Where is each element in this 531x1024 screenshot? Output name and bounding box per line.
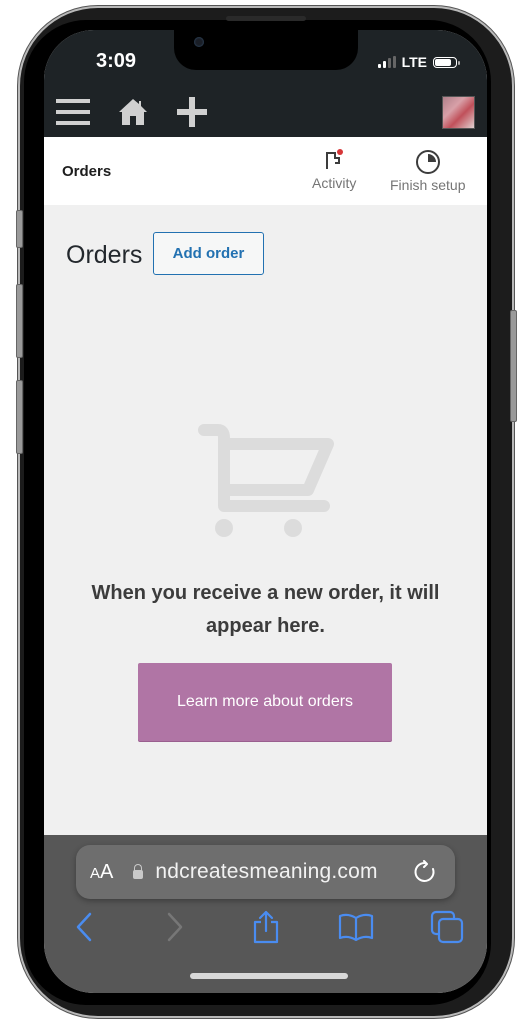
subheader-title: Orders	[62, 163, 112, 180]
speaker	[226, 16, 306, 21]
share-icon[interactable]	[246, 907, 286, 947]
activity-button[interactable]: Activity	[312, 149, 356, 191]
finish-setup-label: Finish setup	[390, 177, 466, 193]
back-icon[interactable]	[64, 907, 104, 947]
bookmarks-icon[interactable]	[336, 907, 376, 947]
reload-icon[interactable]	[413, 860, 437, 889]
progress-pie-icon	[415, 150, 440, 174]
power-button	[510, 310, 517, 422]
empty-state-message: When you receive a new order, it will ap…	[91, 582, 440, 637]
home-indicator[interactable]	[190, 973, 348, 979]
screen: 3:09 LTE Orders Activity Finish setup Or…	[44, 30, 487, 993]
text-size-button[interactable]: AA	[90, 861, 113, 884]
signal-icon	[377, 56, 396, 68]
user-avatar[interactable]	[442, 96, 475, 129]
safari-bottom-bar: AA ndcreatesmeaning.com	[44, 835, 487, 993]
lock-icon	[133, 864, 144, 879]
mute-switch	[16, 210, 23, 248]
volume-up-button	[16, 284, 23, 358]
url-text[interactable]: ndcreatesmeaning.com	[155, 860, 377, 884]
menu-icon[interactable]	[56, 97, 90, 132]
network-label: LTE	[401, 54, 427, 70]
battery-icon	[433, 56, 460, 68]
activity-label: Activity	[312, 175, 357, 191]
flag-icon	[326, 149, 344, 169]
finish-setup-button[interactable]: Finish setup	[390, 149, 465, 193]
address-bar[interactable]: AA ndcreatesmeaning.com	[76, 845, 455, 899]
home-icon[interactable]	[118, 97, 148, 132]
status-indicators: LTE	[377, 54, 460, 70]
notch	[174, 30, 358, 70]
status-time: 3:09	[96, 50, 137, 72]
subheader: Orders Activity Finish setup	[44, 137, 487, 205]
safari-toolbar	[44, 907, 487, 947]
shopping-cart-icon	[196, 420, 336, 545]
learn-more-button[interactable]: Learn more about orders	[138, 663, 392, 741]
plus-icon[interactable]	[176, 96, 208, 133]
add-order-button[interactable]: Add order	[153, 232, 264, 275]
camera	[194, 37, 204, 47]
notification-dot	[337, 149, 344, 155]
page-title: Orders	[66, 241, 143, 269]
tabs-icon[interactable]	[427, 907, 467, 947]
forward-icon[interactable]	[155, 907, 195, 947]
volume-down-button	[16, 380, 23, 454]
